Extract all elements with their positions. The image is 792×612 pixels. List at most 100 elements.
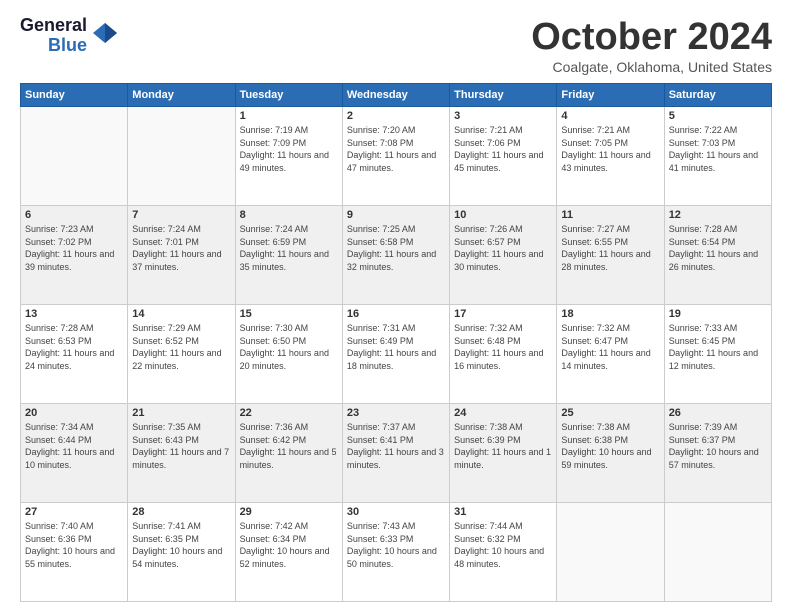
table-row: 10 Sunrise: 7:26 AMSunset: 6:57 PMDayligh… — [450, 206, 557, 305]
header-wednesday: Wednesday — [342, 84, 449, 107]
day-info: Sunrise: 7:32 AMSunset: 6:48 PMDaylight:… — [454, 322, 552, 372]
day-number: 15 — [240, 308, 338, 320]
day-number: 26 — [669, 407, 767, 419]
table-row: 1 Sunrise: 7:19 AMSunset: 7:09 PMDaylight… — [235, 107, 342, 206]
day-info: Sunrise: 7:38 AMSunset: 6:39 PMDaylight:… — [454, 421, 552, 471]
header-saturday: Saturday — [664, 84, 771, 107]
day-number: 23 — [347, 407, 445, 419]
day-number: 2 — [347, 110, 445, 122]
day-number: 19 — [669, 308, 767, 320]
table-row — [21, 107, 128, 206]
day-info: Sunrise: 7:25 AMSunset: 6:58 PMDaylight:… — [347, 223, 445, 273]
table-row: 2 Sunrise: 7:20 AMSunset: 7:08 PMDaylight… — [342, 107, 449, 206]
day-number: 1 — [240, 110, 338, 122]
day-info: Sunrise: 7:24 AMSunset: 6:59 PMDaylight:… — [240, 223, 338, 273]
logo-general: General — [20, 16, 87, 36]
day-info: Sunrise: 7:40 AMSunset: 6:36 PMDaylight:… — [25, 520, 123, 570]
header-sunday: Sunday — [21, 84, 128, 107]
location: Coalgate, Oklahoma, United States — [531, 59, 772, 75]
logo-blue: Blue — [48, 36, 87, 56]
calendar-table: Sunday Monday Tuesday Wednesday Thursday… — [20, 83, 772, 602]
day-info: Sunrise: 7:35 AMSunset: 6:43 PMDaylight:… — [132, 421, 230, 471]
day-number: 14 — [132, 308, 230, 320]
table-row: 14Sunrise: 7:29 AMSunset: 6:52 PMDayligh… — [128, 305, 235, 404]
day-number: 11 — [561, 209, 659, 221]
table-row: 19Sunrise: 7:33 AMSunset: 6:45 PMDayligh… — [664, 305, 771, 404]
day-number: 25 — [561, 407, 659, 419]
table-row: 31 Sunrise: 7:44 AMSunset: 6:32 PMDayligh… — [450, 503, 557, 602]
table-row: 29Sunrise: 7:42 AMSunset: 6:34 PMDayligh… — [235, 503, 342, 602]
table-row: 30 Sunrise: 7:43 AMSunset: 6:33 PMDayligh… — [342, 503, 449, 602]
day-info: Sunrise: 7:34 AMSunset: 6:44 PMDaylight:… — [25, 421, 123, 471]
table-row: 4 Sunrise: 7:21 AMSunset: 7:05 PMDaylight… — [557, 107, 664, 206]
day-number: 8 — [240, 209, 338, 221]
table-row: 25 Sunrise: 7:38 AMSunset: 6:38 PMDayligh… — [557, 404, 664, 503]
day-number: 21 — [132, 407, 230, 419]
day-info: Sunrise: 7:26 AMSunset: 6:57 PMDaylight:… — [454, 223, 552, 273]
day-number: 18 — [561, 308, 659, 320]
day-number: 20 — [25, 407, 123, 419]
title-section: October 2024 Coalgate, Oklahoma, United … — [531, 16, 772, 75]
day-number: 17 — [454, 308, 552, 320]
calendar-week-row: 20 Sunrise: 7:34 AMSunset: 6:44 PMDayligh… — [21, 404, 772, 503]
day-info: Sunrise: 7:28 AMSunset: 6:54 PMDaylight:… — [669, 223, 767, 273]
table-row: 7Sunrise: 7:24 AMSunset: 7:01 PMDaylight… — [128, 206, 235, 305]
day-number: 6 — [25, 209, 123, 221]
day-info: Sunrise: 7:21 AMSunset: 7:06 PMDaylight:… — [454, 124, 552, 174]
day-info: Sunrise: 7:39 AMSunset: 6:37 PMDaylight:… — [669, 421, 767, 471]
weekday-header-row: Sunday Monday Tuesday Wednesday Thursday… — [21, 84, 772, 107]
day-info: Sunrise: 7:44 AMSunset: 6:32 PMDaylight:… — [454, 520, 552, 570]
day-number: 28 — [132, 506, 230, 518]
day-info: Sunrise: 7:41 AMSunset: 6:35 PMDaylight:… — [132, 520, 230, 570]
month-title: October 2024 — [531, 16, 772, 59]
day-number: 12 — [669, 209, 767, 221]
table-row: 18 Sunrise: 7:32 AMSunset: 6:47 PMDayligh… — [557, 305, 664, 404]
table-row — [128, 107, 235, 206]
header-monday: Monday — [128, 84, 235, 107]
day-info: Sunrise: 7:23 AMSunset: 7:02 PMDaylight:… — [25, 223, 123, 273]
day-info: Sunrise: 7:19 AMSunset: 7:09 PMDaylight:… — [240, 124, 338, 174]
calendar-week-row: 13 Sunrise: 7:28 AMSunset: 6:53 PMDayligh… — [21, 305, 772, 404]
day-number: 4 — [561, 110, 659, 122]
table-row: 17 Sunrise: 7:32 AMSunset: 6:48 PMDayligh… — [450, 305, 557, 404]
day-number: 30 — [347, 506, 445, 518]
table-row: 24 Sunrise: 7:38 AMSunset: 6:39 PMDayligh… — [450, 404, 557, 503]
day-info: Sunrise: 7:32 AMSunset: 6:47 PMDaylight:… — [561, 322, 659, 372]
table-row: 28 Sunrise: 7:41 AMSunset: 6:35 PMDayligh… — [128, 503, 235, 602]
calendar-week-row: 6 Sunrise: 7:23 AMSunset: 7:02 PMDaylight… — [21, 206, 772, 305]
day-number: 22 — [240, 407, 338, 419]
header-friday: Friday — [557, 84, 664, 107]
header-thursday: Thursday — [450, 84, 557, 107]
page: General Blue October 2024 Coalgate, Okla… — [0, 0, 792, 612]
day-info: Sunrise: 7:43 AMSunset: 6:33 PMDaylight:… — [347, 520, 445, 570]
day-info: Sunrise: 7:28 AMSunset: 6:53 PMDaylight:… — [25, 322, 123, 372]
day-number: 13 — [25, 308, 123, 320]
day-number: 5 — [669, 110, 767, 122]
day-info: Sunrise: 7:30 AMSunset: 6:50 PMDaylight:… — [240, 322, 338, 372]
table-row: 26 Sunrise: 7:39 AMSunset: 6:37 PMDayligh… — [664, 404, 771, 503]
day-number: 31 — [454, 506, 552, 518]
day-number: 24 — [454, 407, 552, 419]
header-tuesday: Tuesday — [235, 84, 342, 107]
day-number: 10 — [454, 209, 552, 221]
table-row: 22Sunrise: 7:36 AMSunset: 6:42 PMDayligh… — [235, 404, 342, 503]
day-info: Sunrise: 7:38 AMSunset: 6:38 PMDaylight:… — [561, 421, 659, 471]
table-row: 3 Sunrise: 7:21 AMSunset: 7:06 PMDaylight… — [450, 107, 557, 206]
day-info: Sunrise: 7:37 AMSunset: 6:41 PMDaylight:… — [347, 421, 445, 471]
table-row: 21 Sunrise: 7:35 AMSunset: 6:43 PMDayligh… — [128, 404, 235, 503]
table-row: 8 Sunrise: 7:24 AMSunset: 6:59 PMDaylight… — [235, 206, 342, 305]
table-row — [664, 503, 771, 602]
day-info: Sunrise: 7:20 AMSunset: 7:08 PMDaylight:… — [347, 124, 445, 174]
table-row: 16Sunrise: 7:31 AMSunset: 6:49 PMDayligh… — [342, 305, 449, 404]
day-info: Sunrise: 7:42 AMSunset: 6:34 PMDaylight:… — [240, 520, 338, 570]
table-row: 23 Sunrise: 7:37 AMSunset: 6:41 PMDayligh… — [342, 404, 449, 503]
day-number: 3 — [454, 110, 552, 122]
day-info: Sunrise: 7:21 AMSunset: 7:05 PMDaylight:… — [561, 124, 659, 174]
table-row — [557, 503, 664, 602]
table-row: 13 Sunrise: 7:28 AMSunset: 6:53 PMDayligh… — [21, 305, 128, 404]
calendar-week-row: 27Sunrise: 7:40 AMSunset: 6:36 PMDayligh… — [21, 503, 772, 602]
table-row: 12 Sunrise: 7:28 AMSunset: 6:54 PMDayligh… — [664, 206, 771, 305]
day-number: 7 — [132, 209, 230, 221]
calendar-week-row: 1 Sunrise: 7:19 AMSunset: 7:09 PMDaylight… — [21, 107, 772, 206]
table-row: 11Sunrise: 7:27 AMSunset: 6:55 PMDayligh… — [557, 206, 664, 305]
